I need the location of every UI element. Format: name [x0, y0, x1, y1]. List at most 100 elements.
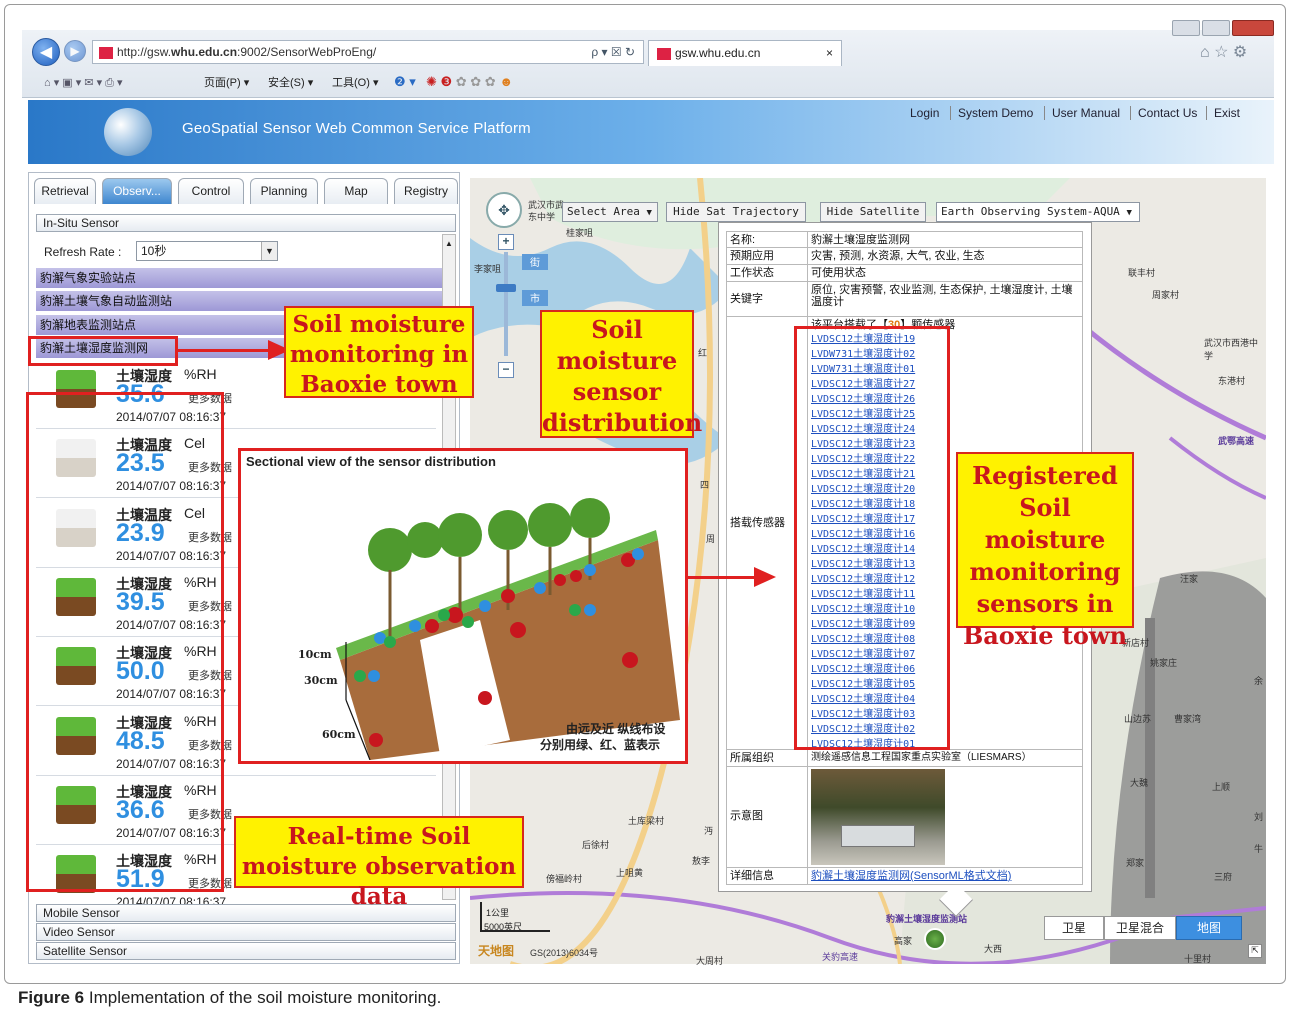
divider [950, 106, 951, 120]
tools-menu[interactable]: 工具(O) ▾ [332, 74, 378, 92]
forward-icon[interactable]: ▶ [64, 40, 86, 62]
tab-registry[interactable]: Registry [394, 178, 458, 204]
login-link[interactable]: Login [910, 106, 939, 120]
address-bar[interactable]: http://gsw.whu.edu.cn:9002/SensorWebProE… [92, 40, 644, 64]
map-label: 余 [1254, 676, 1264, 686]
caption-label: Figure 6 [18, 988, 85, 1007]
map-label: 桂家咀 [566, 228, 594, 238]
divider [1044, 106, 1045, 120]
sensorml-link[interactable]: 豹澥土壤湿度监测网(SensorML格式文档) [807, 867, 1083, 885]
info-key: 详细信息 [726, 867, 808, 885]
map-label: 武鄂高速 [1218, 436, 1255, 446]
map-label: 姚家庄 [1150, 658, 1178, 668]
toolbar-addon-icons[interactable]: ✺ ❸ ✿ ✿ ✿ ☻ [426, 74, 513, 90]
map-label: 土库梁村 [628, 816, 665, 826]
map-label: 大周村 [696, 956, 724, 966]
annotation-sensor-distribution: Soil moisture sensor distribution [540, 310, 702, 438]
zoom-level-label[interactable]: 街 [522, 254, 548, 270]
tab-control[interactable]: Control [178, 178, 244, 204]
user-manual-link[interactable]: User Manual [1052, 106, 1120, 120]
view-satellite-button[interactable]: 卫星 [1044, 916, 1104, 940]
map-brand-logo: 天地图 [478, 944, 515, 958]
browser-tab[interactable]: gsw.whu.edu.cn × [648, 40, 842, 66]
scale-label: 1公里 [486, 908, 510, 918]
zoom-in-icon[interactable]: + [498, 234, 514, 250]
in-situ-sensor-header[interactable]: In-Situ Sensor [36, 214, 456, 232]
info-value: 原位, 灾害预警, 农业监测, 生态保护, 土壤湿度计, 土壤温度计 [807, 281, 1083, 317]
tab-retrieval[interactable]: Retrieval [34, 178, 96, 204]
map-label: 汪家 [1180, 574, 1199, 584]
arrow-line [688, 576, 754, 579]
exist-link[interactable]: Exist [1214, 106, 1240, 120]
system-demo-link[interactable]: System Demo [958, 106, 1033, 120]
minimize-button[interactable] [1172, 20, 1200, 36]
satellite-select[interactable]: Earth Observing System-AQUA ▼ [936, 202, 1140, 222]
map-label: 沔 [704, 826, 714, 836]
refresh-rate-label: Refresh Rate : [44, 245, 122, 259]
map-label: 曹家湾 [1174, 714, 1202, 724]
help-icon[interactable]: ❷ ▾ [394, 74, 416, 90]
resize-icon[interactable]: ⇱ [1248, 944, 1262, 958]
view-map-button[interactable]: 地图 [1176, 916, 1242, 940]
info-key: 预期应用 [726, 247, 808, 265]
info-key: 名称: [726, 231, 808, 248]
refresh-rate-value: 10秒 [141, 244, 167, 258]
map-label: 武汉市西港中学 [1204, 338, 1259, 361]
contact-us-link[interactable]: Contact Us [1138, 106, 1197, 120]
map-label: 敖李 [692, 856, 711, 866]
back-icon[interactable]: ◀ [32, 38, 60, 66]
page-menu[interactable]: 页面(P) ▾ [204, 74, 249, 92]
zoom-handle[interactable] [496, 284, 516, 292]
info-key: 关键字 [726, 281, 808, 317]
security-menu[interactable]: 安全(S) ▾ [268, 74, 313, 92]
tab-observation[interactable]: Observ... [102, 178, 172, 204]
station-marker-icon[interactable] [924, 928, 946, 950]
map-label: 牛 [1254, 844, 1264, 854]
info-value: 灾害, 预测, 水资源, 大气, 农业, 生态 [807, 247, 1083, 265]
tab-map[interactable]: Map [324, 178, 388, 204]
figure-caption: Figure 6 Implementation of the soil mois… [18, 988, 441, 1008]
map-label: 刘 [1254, 812, 1264, 822]
map-label: 东中学 [528, 212, 556, 222]
view-hybrid-button[interactable]: 卫星混合 [1104, 916, 1176, 940]
chevron-down-icon: ▼ [1126, 208, 1132, 218]
zoom-out-icon[interactable]: − [498, 362, 514, 378]
tab-favicon-icon [657, 47, 671, 60]
zoom-level-label[interactable]: 市 [522, 290, 548, 306]
zoom-slider[interactable] [504, 252, 508, 356]
caption-text: Implementation of the soil moisture moni… [88, 988, 442, 1007]
info-key: 工作状态 [726, 264, 808, 282]
hide-sat-trajectory-button[interactable]: Hide Sat Trajectory [666, 202, 806, 222]
scroll-up-icon[interactable]: ▲ [443, 239, 455, 248]
station-item[interactable]: 豹澥气象实验站点 [36, 268, 442, 289]
chevron-down-icon[interactable]: ▼ [261, 242, 277, 260]
satellite-select-value: Earth Observing System-AQUA [941, 205, 1120, 218]
refresh-rate-select[interactable]: 10秒 ▼ [136, 241, 278, 261]
scale-feet-label: 5000英尺 [484, 922, 523, 932]
map-label: 山边苏 [1124, 714, 1152, 724]
url-prefix: http://gsw. [117, 45, 172, 59]
hide-satellite-button[interactable]: Hide Satellite [820, 202, 926, 222]
info-value: 可使用状态 [807, 264, 1083, 282]
address-actions-icon[interactable]: ρ ▾ ☒ ↻ [591, 41, 635, 63]
info-key: 示意图 [726, 766, 808, 868]
tab-planning[interactable]: Planning [250, 178, 318, 204]
tab-close-icon[interactable]: × [826, 41, 833, 65]
home-star-gear-icon[interactable]: ⌂ ☆ ⚙ [1200, 42, 1247, 62]
command-icons[interactable]: ⌂ ▾ ▣ ▾ ✉ ▾ ⎙ ▾ [44, 74, 123, 92]
info-key: 所属组织 [726, 749, 808, 767]
tab-title: gsw.whu.edu.cn [675, 46, 761, 60]
pan-control-icon[interactable]: ✥ [486, 192, 522, 228]
chevron-down-icon: ▼ [646, 208, 652, 218]
select-area-dropdown[interactable]: Select Area ▼ [562, 202, 658, 222]
map-label: 高家 [894, 936, 913, 946]
video-sensor-header[interactable]: Video Sensor [36, 923, 456, 941]
highlight-station-box [28, 336, 178, 366]
satellite-sensor-header[interactable]: Satellite Sensor [36, 942, 456, 960]
close-window-button[interactable] [1232, 20, 1274, 36]
info-value: 豹澥土壤湿度监测网 [807, 231, 1083, 248]
map-label: 上顺 [1212, 782, 1231, 792]
divider [1130, 106, 1131, 120]
map-label: 后徐村 [582, 840, 610, 850]
maximize-button[interactable] [1202, 20, 1230, 36]
